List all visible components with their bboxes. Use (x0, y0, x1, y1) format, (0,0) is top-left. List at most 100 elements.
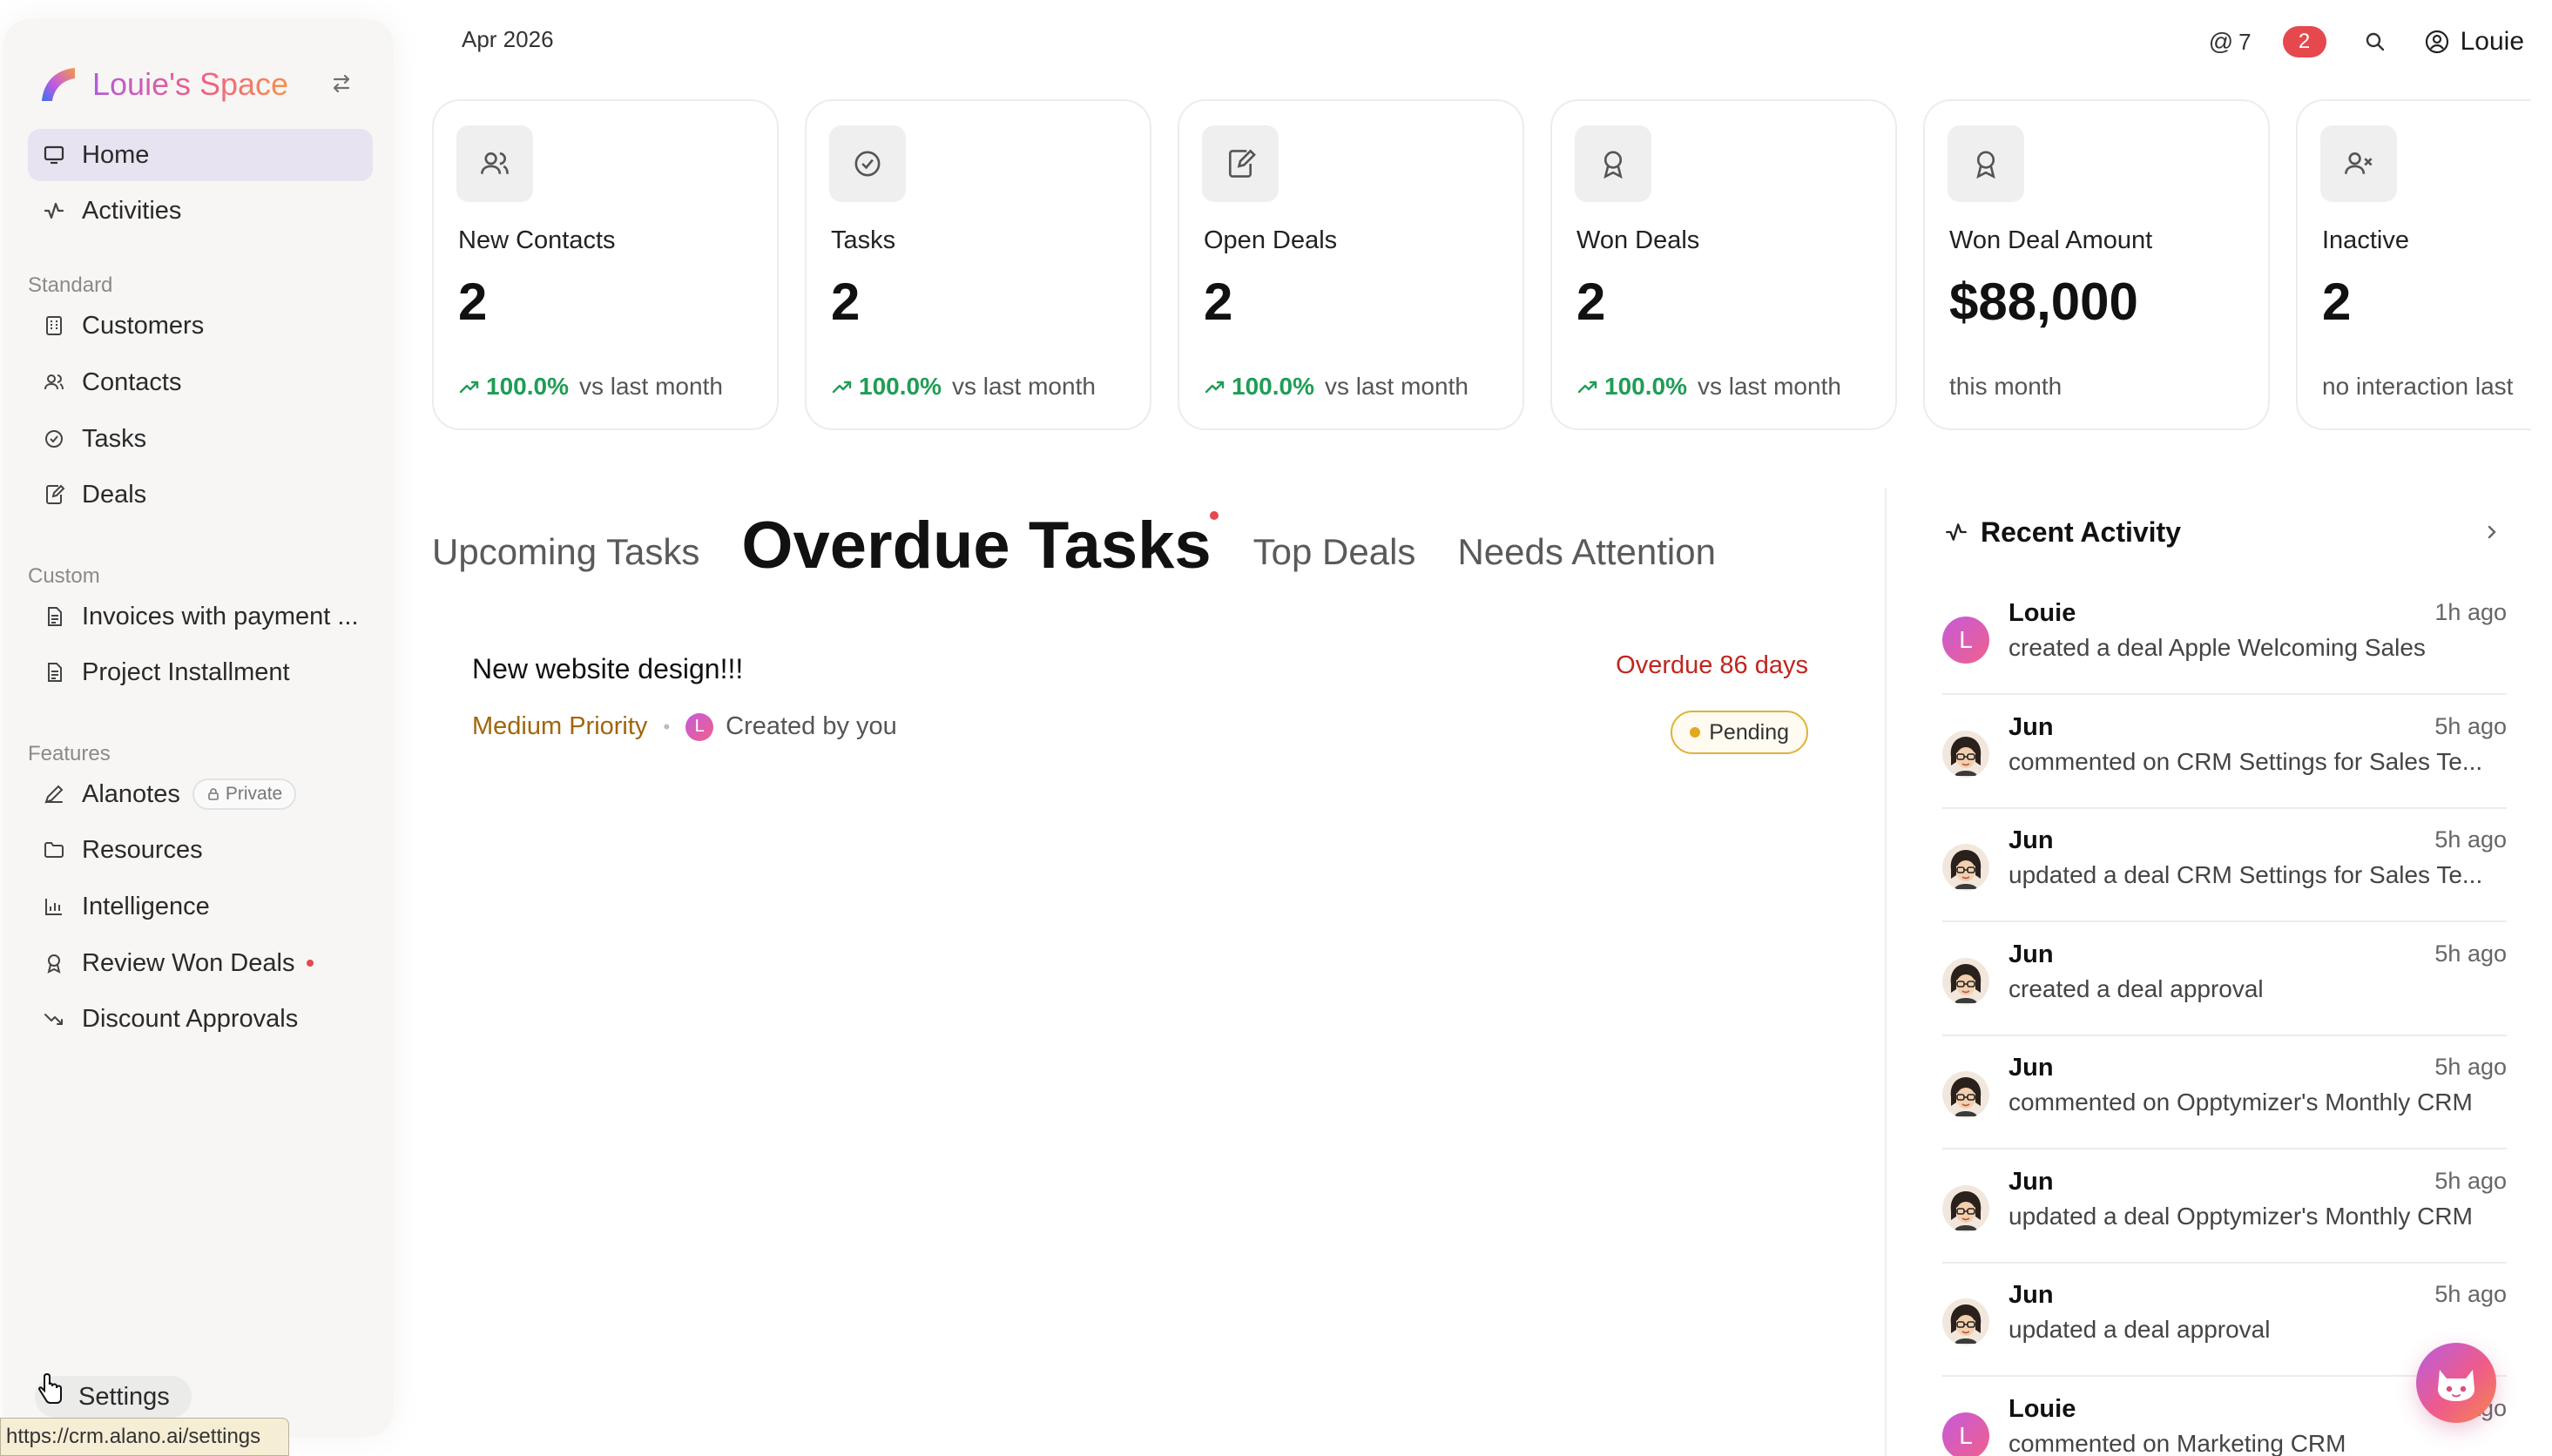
stat-value: 2 (2322, 273, 2352, 331)
stat-value: 2 (1204, 273, 1233, 331)
trending-up-icon (1205, 381, 1225, 394)
notifications-badge[interactable]: 2 (2282, 26, 2326, 57)
status-bar-url: https://crm.alano.ai/settings (0, 1418, 289, 1456)
avatar (1942, 1071, 1989, 1118)
stat-title: Inactive (2322, 226, 2409, 254)
section-label-standard: Standard (28, 273, 113, 297)
trending-up-icon (459, 381, 479, 394)
activity-item[interactable]: Jun 5h ago updated a deal CRM Settings for… (1942, 816, 2507, 922)
settings-label: Settings (78, 1382, 170, 1411)
activity-item[interactable]: Jun 5h ago commented on CRM Settings for S… (1942, 703, 2507, 809)
status-badge[interactable]: Pending (1671, 711, 1808, 754)
stat-card-inactive[interactable]: Inactive 2 no interaction last (2296, 99, 2531, 430)
sidebar-item-label: Project Installment (82, 657, 290, 686)
stat-delta-pct: 100.0% (486, 373, 569, 400)
sidebar-item-invoices[interactable]: Invoices with payment ... (28, 590, 373, 643)
tab-needs-attention[interactable]: Needs Attention (1457, 531, 1716, 573)
mentions-count: 7 (2238, 28, 2252, 55)
sidebar-item-label: Review Won Deals (82, 948, 295, 977)
stat-title: Tasks (831, 226, 896, 254)
brand-logo-icon (38, 64, 78, 104)
activity-time: 5h ago (2434, 1054, 2507, 1080)
status-label: Pending (1709, 719, 1789, 745)
stat-delta: 100.0% vs last month (1576, 373, 1841, 401)
cat-face-icon (2434, 1363, 2478, 1403)
stat-card-new-contacts[interactable]: New Contacts 2 100.0% vs last month (432, 99, 779, 430)
task-row[interactable]: New website design!!! Overdue 86 days Me… (432, 627, 1826, 766)
user-name: Louie (2460, 27, 2524, 56)
sidebar-item-contacts[interactable]: Contacts (28, 356, 373, 408)
task-overdue-label: Overdue 86 days (1616, 651, 1808, 679)
sidebar-item-alanotes[interactable]: Alanotes Private (28, 768, 373, 820)
collapse-sidebar-icon[interactable] (326, 68, 357, 99)
activity-icon (1944, 520, 1968, 544)
activity-item[interactable]: Jun 5h ago created a deal approval (1942, 930, 2507, 1036)
status-dot (1690, 727, 1701, 738)
avatar: L (1942, 1412, 1989, 1456)
check-circle-icon (42, 427, 66, 451)
edit-doc-icon (1202, 125, 1279, 202)
avatar (1942, 1298, 1989, 1345)
activity-actor: Jun (2009, 826, 2054, 854)
sidebar-item-intelligence[interactable]: Intelligence (28, 880, 373, 933)
trending-down-icon (42, 1007, 66, 1031)
mentions-button[interactable]: @ 7 (2209, 28, 2252, 56)
activity-description: updated a deal Opptymizer's Monthly CRM (2009, 1202, 2473, 1230)
users-icon (456, 125, 533, 202)
stat-delta-note: vs last month (578, 373, 723, 400)
sidebar-item-home[interactable]: Home (28, 129, 373, 181)
tab-upcoming-tasks[interactable]: Upcoming Tasks (432, 531, 699, 573)
sidebar-item-deals[interactable]: Deals (28, 468, 373, 521)
activity-time: 5h ago (2434, 940, 2507, 967)
lock-icon (208, 788, 219, 800)
search-icon[interactable] (2358, 24, 2393, 59)
sidebar-item-resources[interactable]: Resources (28, 824, 373, 876)
monitor-icon (42, 143, 66, 167)
activity-item[interactable]: L Louie 1h ago created a deal Apple Welcomi… (1942, 589, 2507, 695)
activity-item[interactable]: Jun 5h ago updated a deal Opptymizer's Mon… (1942, 1157, 2507, 1264)
stat-card-tasks[interactable]: Tasks 2 100.0% vs last month (805, 99, 1151, 430)
activity-description: updated a deal CRM Settings for Sales Te… (2009, 861, 2483, 888)
chat-assistant-button[interactable] (2416, 1343, 2496, 1423)
activity-actor: Jun (2009, 1281, 2054, 1309)
section-label-features: Features (28, 742, 111, 765)
avatar (1942, 730, 1989, 778)
panel-divider (1885, 488, 1887, 1456)
sidebar-item-label: Customers (82, 311, 205, 340)
sidebar-item-tasks[interactable]: Tasks (28, 413, 373, 465)
stat-cards: New Contacts 2 100.0% vs last month Task… (432, 99, 2531, 430)
stat-delta-note: vs last month (951, 373, 1096, 400)
sidebar-item-customers[interactable]: Customers (28, 300, 373, 352)
sidebar-item-activities[interactable]: Activities (28, 185, 373, 237)
document-icon (42, 660, 66, 684)
activity-description: created a deal approval (2009, 974, 2264, 1002)
avatar (1942, 844, 1989, 891)
task-priority: Medium Priority (472, 712, 648, 740)
stat-card-won-deal-amount[interactable]: Won Deal Amount $88,000 this month (1923, 99, 2270, 430)
private-badge: Private (192, 779, 297, 810)
sidebar-item-project-installment[interactable]: Project Installment (28, 646, 373, 698)
tab-overdue-tasks[interactable]: Overdue Tasks (741, 508, 1219, 583)
activity-time: 5h ago (2434, 1281, 2507, 1307)
award-icon (1948, 125, 2024, 202)
user-menu-button[interactable]: Louie (2424, 27, 2524, 57)
stat-delta: 100.0% vs last month (458, 373, 723, 401)
activity-item[interactable]: Jun 5h ago commented on Opptymizer's Month… (1942, 1043, 2507, 1149)
activity-description: commented on Opptymizer's Monthly CRM (2009, 1089, 2473, 1116)
stat-title: Won Deal Amount (1949, 226, 2153, 254)
trending-up-icon (832, 381, 852, 394)
chevron-right-icon[interactable] (2477, 517, 2507, 547)
brand[interactable]: Louie's Space (38, 63, 288, 106)
at-sign-icon: @ (2208, 28, 2234, 55)
check-circle-icon (829, 125, 906, 202)
activity-description: commented on Marketing CRM (2009, 1429, 2346, 1456)
activity-actor: Louie (2009, 599, 2076, 627)
sidebar-item-discount-approvals[interactable]: Discount Approvals (28, 993, 373, 1045)
task-tabs: Upcoming Tasks Overdue Tasks Top Deals N… (432, 488, 1758, 583)
stat-card-open-deals[interactable]: Open Deals 2 100.0% vs last month (1178, 99, 1524, 430)
tab-top-deals[interactable]: Top Deals (1253, 531, 1416, 573)
current-period: Apr 2026 (462, 26, 554, 52)
sidebar-item-review-won-deals[interactable]: Review Won Deals (28, 937, 373, 989)
stat-card-won-deals[interactable]: Won Deals 2 100.0% vs last month (1550, 99, 1897, 430)
stat-delta-note: no interaction last (2322, 373, 2514, 400)
